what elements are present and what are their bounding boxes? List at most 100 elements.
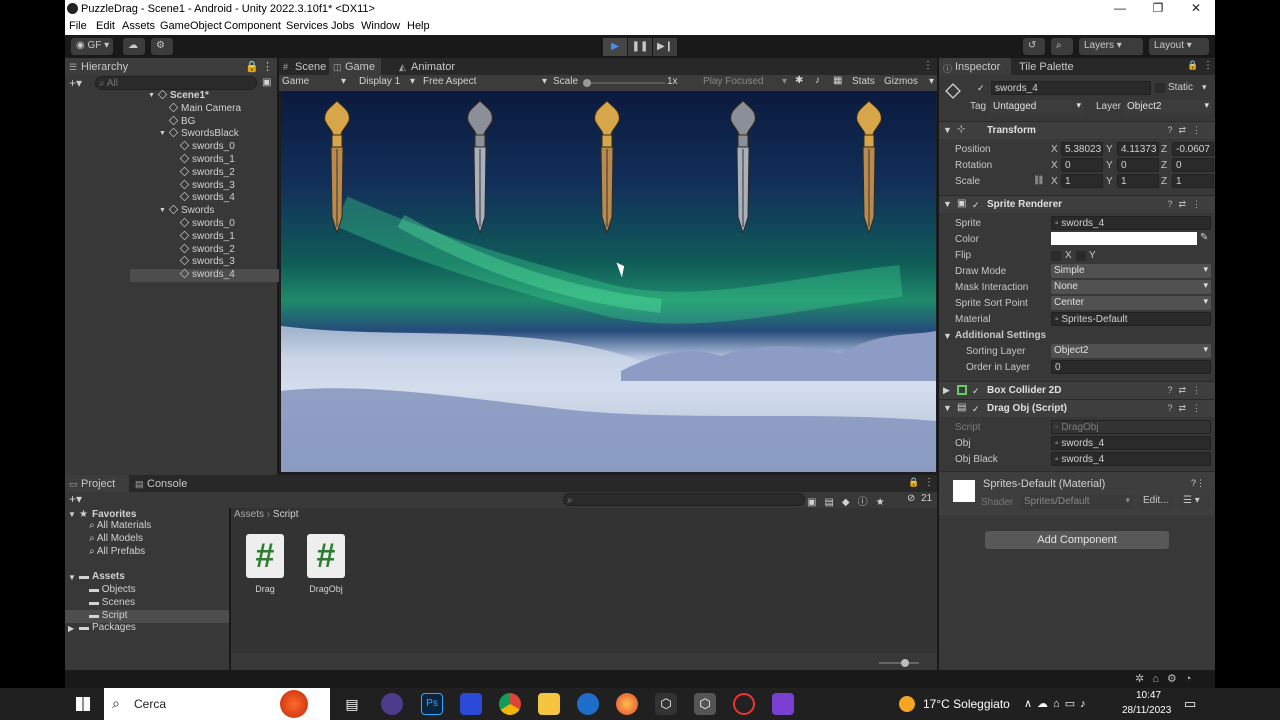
stats-grid-icon[interactable]: ▦ — [833, 75, 842, 86]
position-x-field[interactable]: 5.38023 — [1061, 142, 1103, 156]
project-lock-icon[interactable]: 🔒 — [908, 477, 919, 488]
mask-interaction-dropdown[interactable]: None — [1051, 280, 1211, 294]
tab-animator[interactable]: ◭ Animator — [395, 58, 461, 75]
unity-editor-icon[interactable]: ⬡ — [694, 693, 716, 715]
layers-dropdown[interactable]: Layers ▾ — [1079, 38, 1143, 55]
status-icons[interactable]: ✲⌂⚙◔ — [1135, 672, 1199, 685]
taskbar-app-icon[interactable] — [381, 693, 403, 715]
menu-gameobject[interactable]: GameObject — [160, 20, 222, 32]
hierarchy-add-button[interactable]: +▾ — [69, 76, 82, 90]
material-edit-button[interactable]: Edit... — [1139, 495, 1173, 509]
drag-obj-header[interactable]: ▼ ▤ ✓ Drag Obj (Script) ?⇄⋮ — [939, 399, 1215, 417]
tag-dropdown[interactable]: Untagged — [990, 100, 1084, 114]
scale-z-field[interactable]: 1 — [1172, 174, 1214, 188]
folder-item[interactable]: ▬ Objects — [65, 584, 229, 597]
sword-sprite[interactable] — [460, 99, 500, 239]
pause-button[interactable]: ❚❚ — [628, 38, 652, 56]
script-asset[interactable]: # Drag — [237, 534, 293, 598]
project-toolbar-icons[interactable]: ▣▤◆ⓘ★ — [807, 493, 893, 508]
sprite-field[interactable]: ◦ swords_4 — [1051, 216, 1211, 230]
favorite-item[interactable]: ⌕ All Prefabs — [89, 546, 145, 557]
project-search-input[interactable]: ⌕ — [563, 493, 805, 506]
menu-assets[interactable]: Assets — [122, 20, 155, 32]
tab-tile-palette[interactable]: Tile Palette — [1013, 58, 1080, 75]
material-field[interactable]: ◦ Sprites-Default — [1051, 312, 1211, 326]
add-component-button[interactable]: Add Component — [985, 531, 1169, 549]
flip-y-checkbox[interactable] — [1076, 251, 1086, 261]
account-button[interactable]: ◉ GF ▾ — [71, 38, 113, 55]
maximize-button[interactable]: ❐ — [1143, 1, 1173, 15]
favorites-foldout-icon[interactable]: ▼ — [68, 510, 76, 519]
obj-black-field[interactable]: ◦ swords_4 — [1051, 452, 1211, 466]
scale-slider[interactable] — [583, 79, 665, 87]
component-menu-icons[interactable]: ?⇄⋮ — [1167, 125, 1207, 136]
component-menu-icons[interactable]: ?⇄⋮ — [1167, 385, 1207, 396]
aspect-dropdown[interactable]: Free Aspect ▾ — [423, 76, 547, 87]
sprite-renderer-enabled-checkbox[interactable]: ✓ — [972, 200, 982, 210]
active-checkbox[interactable]: ✓ — [977, 83, 987, 93]
view-more-icon[interactable]: ⋮ — [923, 60, 933, 71]
hidden-count-icon[interactable]: ⊘ — [907, 493, 915, 504]
sword-sprite[interactable] — [317, 99, 357, 239]
rotation-y-field[interactable]: 0 — [1117, 158, 1159, 172]
close-button[interactable]: ✕ — [1181, 1, 1211, 15]
component-menu-icons[interactable]: ?⇄⋮ — [1167, 403, 1207, 414]
inspector-more-icon[interactable]: ⋮ — [1203, 60, 1213, 71]
taskbar-search-box[interactable]: ⌕ Cerca — [104, 688, 330, 720]
minimize-button[interactable]: — — [1105, 1, 1135, 15]
visual-studio-icon[interactable] — [772, 693, 794, 715]
more-icon[interactable]: ⋮ — [262, 60, 273, 73]
lock-icon[interactable]: 🔒 — [245, 60, 259, 73]
draw-mode-dropdown[interactable]: Simple — [1051, 264, 1211, 278]
unity-hub-icon[interactable]: ⬡ — [655, 693, 677, 715]
color-swatch[interactable] — [1051, 232, 1197, 245]
file-explorer-icon[interactable] — [538, 693, 560, 715]
transform-header[interactable]: ▼ ⊹ Transform ?⇄⋮ — [939, 121, 1215, 139]
shader-dropdown[interactable]: Sprites/Default — [1021, 495, 1133, 509]
taskbar-app-icon[interactable] — [733, 693, 755, 715]
gizmos-dropdown[interactable]: Gizmos ▾ — [884, 76, 934, 87]
scale-x-field[interactable]: 1 — [1061, 174, 1103, 188]
sprite-renderer-foldout-icon[interactable]: ▼ — [943, 199, 952, 209]
rotation-z-field[interactable]: 0 — [1172, 158, 1214, 172]
folder-item[interactable]: ▬ Script — [65, 610, 229, 623]
history-icon[interactable]: ↺ — [1023, 38, 1045, 55]
box-collider-foldout-icon[interactable]: ▶ — [943, 385, 950, 396]
sorting-layer-dropdown[interactable]: Object2 — [1051, 344, 1211, 358]
flip-x-checkbox[interactable] — [1051, 251, 1061, 261]
photoshop-icon[interactable]: Ps — [421, 693, 443, 715]
play-focused-dropdown[interactable]: Play Focused ▾ — [703, 76, 787, 87]
menu-help[interactable]: Help — [407, 20, 430, 32]
tab-game[interactable]: ◫ Game — [329, 58, 381, 75]
box-collider-enabled-checkbox[interactable]: ✓ — [972, 386, 982, 396]
tab-scene[interactable]: # Scene — [279, 58, 332, 75]
assets-foldout-icon[interactable]: ▼ — [68, 573, 76, 582]
position-z-field[interactable]: -0.0607 — [1172, 142, 1214, 156]
material-menu-icons[interactable]: ?⋮ — [1191, 478, 1205, 489]
script-asset[interactable]: # DragObj — [298, 534, 354, 598]
foldout-icon[interactable]: ▼ — [159, 207, 166, 214]
taskbar-app-icon[interactable] — [577, 693, 599, 715]
search-icon[interactable]: ⌕ — [1051, 38, 1073, 55]
task-view-icon[interactable]: ▤ — [341, 693, 363, 715]
stats-button[interactable]: Stats — [852, 76, 875, 87]
rotation-x-field[interactable]: 0 — [1061, 158, 1103, 172]
packages-label[interactable]: Packages — [92, 622, 136, 633]
box-collider-header[interactable]: ▶ ✓ Box Collider 2D ?⇄⋮ — [939, 381, 1215, 399]
obj-field[interactable]: ◦ swords_4 — [1051, 436, 1211, 450]
static-checkbox[interactable] — [1155, 83, 1165, 93]
icon-size-slider[interactable] — [879, 659, 919, 667]
notification-icon[interactable]: ▭ — [1184, 696, 1196, 712]
inspector-lock-icon[interactable]: 🔒 — [1187, 60, 1198, 71]
layer-dropdown[interactable]: Object2 — [1124, 100, 1212, 114]
menu-component[interactable]: Component — [224, 20, 281, 32]
game-mode-dropdown[interactable]: Game ▾ — [282, 76, 348, 87]
order-in-layer-field[interactable]: 0 — [1051, 360, 1211, 374]
sword-sprite[interactable] — [587, 99, 627, 239]
collab-icon[interactable]: ⚙ — [151, 38, 173, 55]
component-menu-icons[interactable]: ?⇄⋮ — [1167, 199, 1207, 210]
mute-icon[interactable]: ✱ — [795, 75, 803, 86]
additional-settings-foldout-icon[interactable]: ▼ — [943, 331, 952, 341]
tab-project[interactable]: ▭ Project — [65, 475, 129, 492]
drag-obj-enabled-checkbox[interactable]: ✓ — [972, 404, 982, 414]
